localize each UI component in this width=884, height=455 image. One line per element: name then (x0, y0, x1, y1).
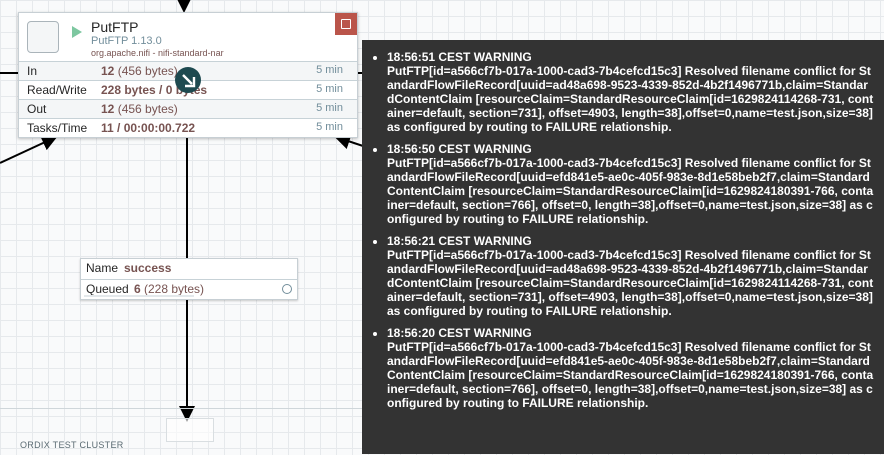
bulletin-icon[interactable] (335, 13, 357, 35)
processor-name: PutFTP (91, 19, 139, 35)
bulletin-item: 18:56:50 CEST WARNING PutFTP[id=a566cf7b… (387, 142, 874, 226)
connection-queued-size: (228 bytes) (144, 282, 205, 296)
drag-handle-icon[interactable] (175, 67, 201, 93)
clock-icon (282, 284, 292, 294)
bulletin-item: 18:56:21 CEST WARNING PutFTP[id=a566cf7b… (387, 234, 874, 318)
stat-value: 11 / 00:00:00.722 (101, 121, 196, 135)
processor-header: PutFTP PutFTP 1.13.0 org.apache.nifi - n… (19, 13, 357, 61)
processor-type: PutFTP 1.13.0 (91, 35, 162, 47)
stat-row-out: Out 12 (456 bytes) 5 min (19, 99, 357, 119)
connection-name-value: success (124, 261, 172, 275)
connection-name-label: Name (86, 261, 119, 275)
connection-name-row: Name success (81, 259, 297, 278)
connection-queued-count: 6 (134, 282, 141, 296)
bulletin-tooltip: 18:56:51 CEST WARNING PutFTP[id=a566cf7b… (362, 40, 884, 454)
stat-time: 5 min (316, 64, 343, 76)
bulletin-item: 18:56:51 CEST WARNING PutFTP[id=a566cf7b… (387, 50, 874, 134)
bulletin-list: 18:56:51 CEST WARNING PutFTP[id=a566cf7b… (362, 40, 884, 410)
stat-label: Tasks/Time (27, 121, 88, 135)
putftp-processor[interactable]: PutFTP PutFTP 1.13.0 org.apache.nifi - n… (18, 12, 358, 138)
connection-queued-row: Queued 6 (228 bytes) (81, 279, 297, 299)
bulletin-item: 18:56:20 CEST WARNING PutFTP[id=a566cf7b… (387, 326, 874, 410)
stat-time: 5 min (316, 121, 343, 133)
stat-row-tasks-time: Tasks/Time 11 / 00:00:00.722 5 min (19, 118, 357, 138)
cluster-label: ORDIX TEST CLUSTER (20, 440, 124, 450)
connection-queued-label: Queued (86, 282, 129, 296)
stat-value: 12 (456 bytes) (101, 64, 178, 78)
arrow-down-right-icon (182, 74, 196, 88)
processor-logo-icon (27, 21, 59, 53)
success-connection-label[interactable]: Name success Queued 6 (228 bytes) (80, 258, 298, 300)
left-return-connection-line[interactable] (0, 135, 58, 164)
stat-label: Out (27, 102, 47, 116)
queue-progress-bar (84, 295, 194, 297)
processor-bundle: org.apache.nifi - nifi-standard-nar (91, 48, 224, 58)
stat-label: Read/Write (27, 83, 87, 97)
stat-value: 12 (456 bytes) (101, 102, 178, 116)
stat-time: 5 min (316, 83, 343, 95)
stat-time: 5 min (316, 102, 343, 114)
running-status-icon (72, 26, 82, 38)
stat-label: In (27, 64, 38, 78)
